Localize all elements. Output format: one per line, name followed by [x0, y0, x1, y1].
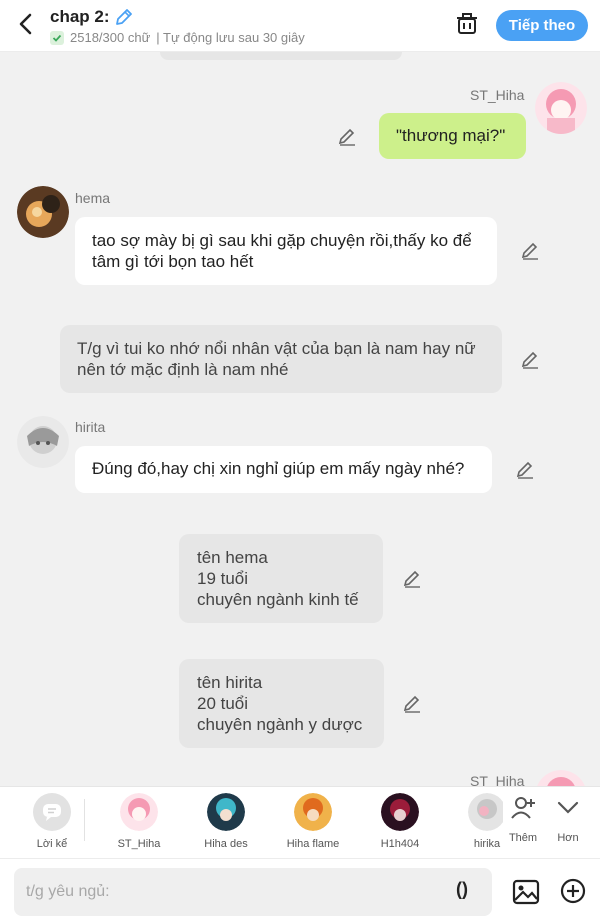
save-status: 2518/300 chữ | Tự động lưu sau 30 giây: [50, 30, 305, 45]
word-count: 2518/300 chữ: [70, 30, 151, 45]
edit-message-icon[interactable]: [520, 349, 540, 369]
avatar: [381, 793, 419, 831]
chevron-down-icon: [557, 801, 579, 814]
character-h1h404[interactable]: H1h404: [365, 793, 435, 850]
character-name: Hiha des: [204, 838, 248, 850]
character-hiha-flame[interactable]: Hiha flame: [278, 793, 348, 850]
avatar-hirita[interactable]: [17, 416, 69, 468]
edit-message-icon[interactable]: [520, 240, 540, 260]
character-name: H1h404: [380, 838, 420, 850]
add-character-button[interactable]: Thêm: [503, 795, 543, 844]
chapter-title-text: chap 2:: [50, 7, 110, 26]
narration-bubble[interactable]: T/g vì tui ko nhớ nổi nhân vật của bạn l…: [60, 325, 502, 393]
chapter-title[interactable]: chap 2:: [50, 7, 134, 27]
speaker-name: hema: [75, 190, 111, 206]
avatar: [207, 793, 245, 831]
avatar-st-hiha[interactable]: [535, 82, 587, 134]
parentheses-button[interactable]: (): [456, 879, 468, 900]
edit-message-icon[interactable]: [337, 126, 357, 146]
message-bubble[interactable]: Đúng đó,hay chị xin nghỉ giúp em mấy ngà…: [75, 446, 492, 493]
message-input[interactable]: [14, 868, 492, 916]
message-bubble[interactable]: "thương mại?": [379, 113, 526, 159]
next-button[interactable]: Tiếp theo: [496, 10, 588, 41]
avatar: [294, 793, 332, 831]
character-bar: Lời kể ST_Hiha Hiha des Hiha flame H1h40…: [0, 786, 600, 858]
message-bubble[interactable]: tao sợ mày bị gì sau khi gặp chuyện rồi,…: [75, 217, 497, 285]
add-circle-icon[interactable]: [560, 878, 586, 904]
add-person-icon: [511, 797, 535, 819]
check-icon: [50, 30, 64, 45]
character-name: Hiha flame: [286, 838, 340, 850]
speaker-name: ST_Hiha: [470, 87, 525, 103]
edit-message-icon[interactable]: [515, 459, 535, 479]
chat-area[interactable]: ST_Hiha "thương mại?" hema tao sợ mày bị…: [0, 52, 600, 786]
narrator-label: Lời kể: [36, 838, 68, 850]
avatar-hema[interactable]: [17, 186, 69, 238]
image-icon[interactable]: [512, 878, 540, 906]
speaker-name: hirita: [75, 419, 106, 435]
avatar: [468, 793, 506, 831]
character-hiha-des[interactable]: Hiha des: [191, 793, 261, 850]
divider: [84, 799, 85, 841]
chat-bubble-icon: [33, 793, 71, 831]
info-bubble[interactable]: tên hema 19 tuổi chuyên ngành kinh tế: [179, 534, 383, 623]
add-label: Thêm: [508, 832, 538, 844]
more-button[interactable]: Hơn: [548, 795, 588, 844]
edit-message-icon[interactable]: [402, 568, 422, 588]
avatar: [120, 793, 158, 831]
speaker-name: ST_Hiha: [470, 773, 525, 786]
input-bar: (): [0, 858, 600, 924]
trash-icon[interactable]: [455, 12, 479, 36]
edit-message-icon[interactable]: [402, 693, 422, 713]
edit-title-icon[interactable]: [114, 7, 134, 27]
autosave-text: | Tự động lưu sau 30 giây: [156, 30, 305, 45]
more-label: Hơn: [557, 832, 579, 844]
top-bar: chap 2: 2518/300 chữ | Tự động lưu sau 3…: [0, 0, 600, 52]
character-name: ST_Hiha: [117, 838, 161, 850]
previous-bubble-edge: [160, 52, 402, 60]
narrator-button[interactable]: Lời kể: [17, 793, 87, 850]
back-arrow-icon[interactable]: [14, 12, 38, 36]
avatar-st-hiha[interactable]: [535, 770, 587, 786]
info-bubble[interactable]: tên hirita 20 tuổi chuyên ngành y dược: [179, 659, 384, 748]
character-st-hiha[interactable]: ST_Hiha: [104, 793, 174, 850]
